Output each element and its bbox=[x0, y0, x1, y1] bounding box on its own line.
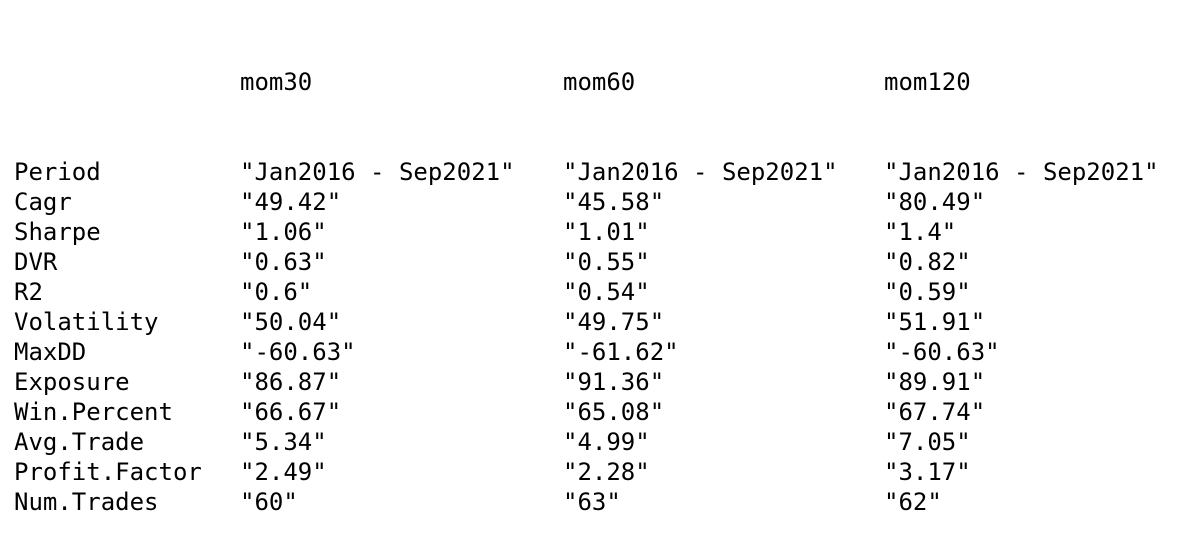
table-cell: "3.17" bbox=[884, 458, 971, 486]
table-row: Period "Jan2016 - Sep2021" "Jan2016 - Sep2… bbox=[14, 157, 1184, 187]
row-label: Num.Trades bbox=[14, 488, 159, 516]
row-label: Period bbox=[14, 158, 101, 186]
table-cell: "2.49" bbox=[240, 458, 327, 486]
table-cell: "51.91" bbox=[884, 308, 986, 336]
row-label: Win.Percent bbox=[14, 398, 173, 426]
table-cell: "4.99" bbox=[563, 428, 650, 456]
table-row: Avg.Trade "5.34" "4.99" "7.05" bbox=[14, 427, 1184, 457]
table-cell: "63" bbox=[563, 488, 621, 516]
table-cell: "Jan2016 - Sep2021" bbox=[563, 158, 838, 186]
table-cell: "0.82" bbox=[884, 248, 971, 276]
row-label: DVR bbox=[14, 248, 58, 276]
table-row: Exposure "86.87" "91.36" "89.91" bbox=[14, 367, 1184, 397]
table-cell: "1.4" bbox=[884, 218, 957, 246]
table-header-row: mom30 mom60 mom120 bbox=[14, 67, 1184, 97]
table-row: DVR "0.63" "0.55" "0.82" bbox=[14, 247, 1184, 277]
header-corner bbox=[14, 67, 240, 97]
table-cell: "-61.62" bbox=[563, 338, 679, 366]
table-cell: "2.28" bbox=[563, 458, 650, 486]
table-cell: "80.49" bbox=[884, 188, 986, 216]
table-cell: "0.6" bbox=[240, 278, 313, 306]
table-row: Num.Trades "60" "63" "62" bbox=[14, 487, 1184, 517]
table-cell: "-60.63" bbox=[884, 338, 1000, 366]
row-label: R2 bbox=[14, 278, 43, 306]
table-cell: "67.74" bbox=[884, 398, 986, 426]
row-label: MaxDD bbox=[14, 338, 87, 366]
row-label: Volatility bbox=[14, 308, 159, 336]
table-cell: "49.75" bbox=[563, 308, 665, 336]
table-cell: "86.87" bbox=[240, 368, 342, 396]
table-cell: "Jan2016 - Sep2021" bbox=[240, 158, 515, 186]
table-cell: "0.54" bbox=[563, 278, 650, 306]
table-cell: "91.36" bbox=[563, 368, 665, 396]
table-row: Cagr "49.42" "45.58" "80.49" bbox=[14, 187, 1184, 217]
table-cell: "-60.63" bbox=[240, 338, 356, 366]
table-row: Profit.Factor "2.49" "2.28" "3.17" bbox=[14, 457, 1184, 487]
table-cell: "5.34" bbox=[240, 428, 327, 456]
table-cell: "50.04" bbox=[240, 308, 342, 336]
table-cell: "60" bbox=[240, 488, 298, 516]
row-label: Avg.Trade bbox=[14, 428, 145, 456]
table-cell: "1.06" bbox=[240, 218, 327, 246]
row-label: Cagr bbox=[14, 188, 72, 216]
table-cell: "Jan2016 - Sep2021" bbox=[884, 158, 1159, 186]
column-header-mom30: mom30 bbox=[240, 68, 313, 96]
table-cell: "62" bbox=[884, 488, 942, 516]
table-row: MaxDD "-60.63" "-61.62" "-60.63" bbox=[14, 337, 1184, 367]
table-cell: "1.01" bbox=[563, 218, 650, 246]
table-row: Volatility "50.04" "49.75" "51.91" bbox=[14, 307, 1184, 337]
table-cell: "0.59" bbox=[884, 278, 971, 306]
row-label: Sharpe bbox=[14, 218, 101, 246]
table-row: Win.Percent "66.67" "65.08" "67.74" bbox=[14, 397, 1184, 427]
column-header-mom60: mom60 bbox=[563, 68, 636, 96]
table-row: Sharpe "1.06" "1.01" "1.4" bbox=[14, 217, 1184, 247]
row-label: Exposure bbox=[14, 368, 130, 396]
table-cell: "0.63" bbox=[240, 248, 327, 276]
table-cell: "7.05" bbox=[884, 428, 971, 456]
table-cell: "45.58" bbox=[563, 188, 665, 216]
table-body: Period "Jan2016 - Sep2021" "Jan2016 - Sep2… bbox=[14, 157, 1184, 517]
table-cell: "66.67" bbox=[240, 398, 342, 426]
table-cell: "49.42" bbox=[240, 188, 342, 216]
table-cell: "65.08" bbox=[563, 398, 665, 426]
table-row: R2 "0.6" "0.54" "0.59" bbox=[14, 277, 1184, 307]
column-header-mom120: mom120 bbox=[884, 68, 971, 96]
table-cell: "0.55" bbox=[563, 248, 650, 276]
row-label: Profit.Factor bbox=[14, 458, 202, 486]
table-cell: "89.91" bbox=[884, 368, 986, 396]
console-output: mom30 mom60 mom120 Period "Jan2016 - Sep2… bbox=[14, 7, 1184, 547]
